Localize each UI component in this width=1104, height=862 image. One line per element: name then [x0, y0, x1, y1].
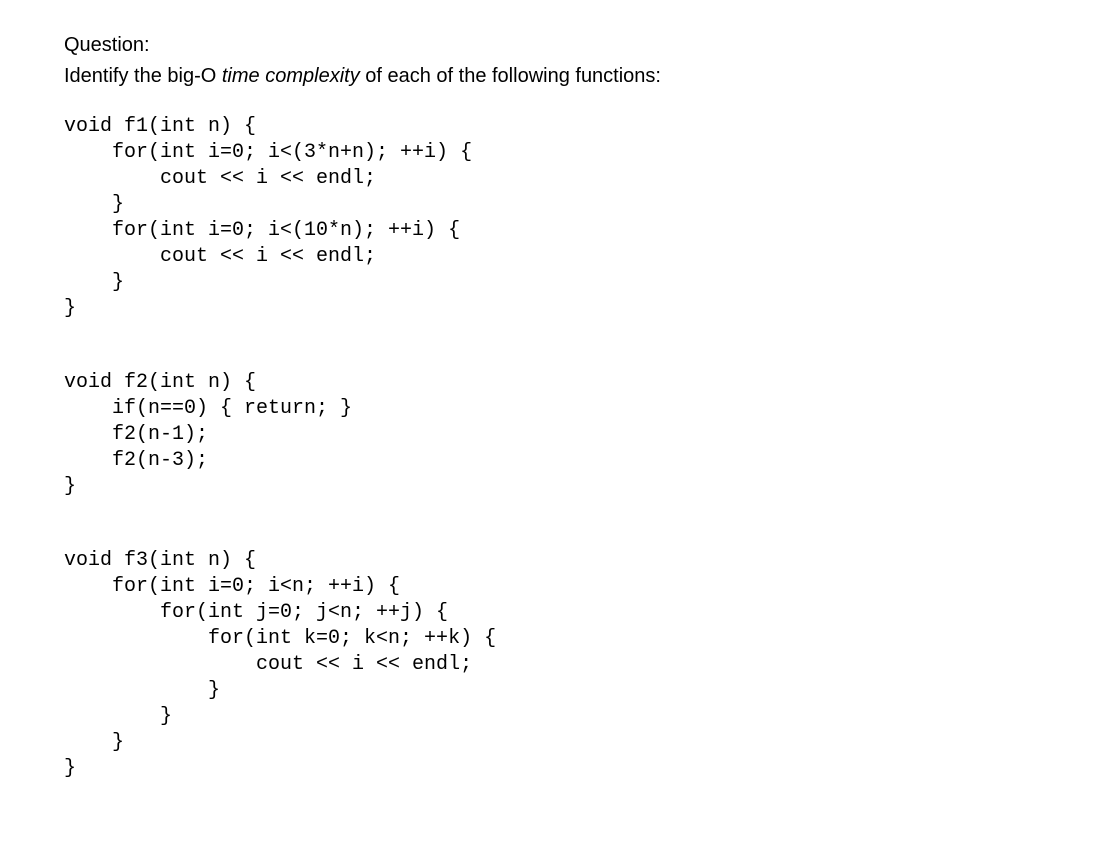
question-header: Question:: [64, 32, 1040, 59]
question-prompt: Identify the big-O time complexity of ea…: [64, 63, 1040, 90]
code-block-f1: void f1(int n) { for(int i=0; i<(3*n+n);…: [64, 114, 1040, 322]
code-block-f3: void f3(int n) { for(int i=0; i<n; ++i) …: [64, 548, 1040, 782]
prompt-text-after: of each of the following functions:: [360, 65, 661, 87]
code-block-f2: void f2(int n) { if(n==0) { return; } f2…: [64, 370, 1040, 500]
prompt-italic: time complexity: [222, 65, 360, 87]
prompt-text-before: Identify the big-O: [64, 65, 222, 87]
